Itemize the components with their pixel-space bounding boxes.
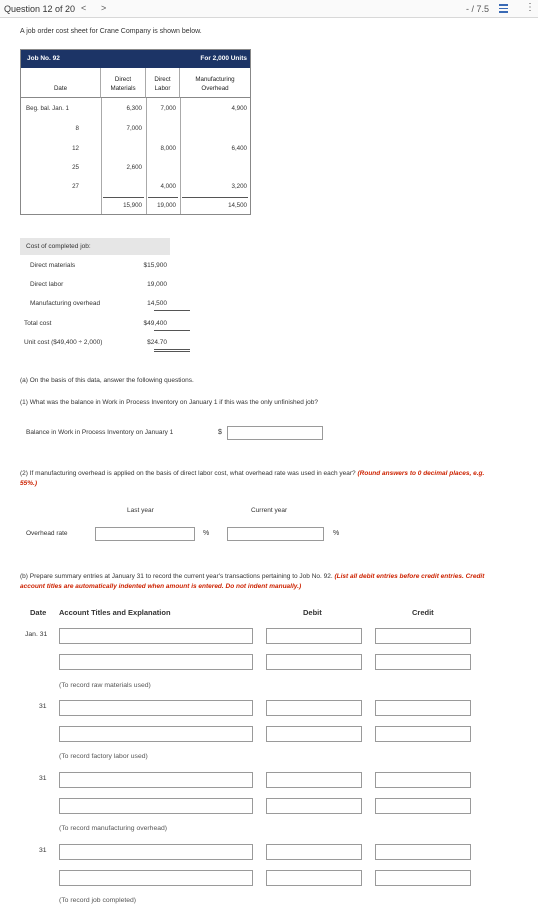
unit-cost-value: $24.70 [147, 339, 167, 346]
part-a-q1: (1) What was the balance in Work in Proc… [20, 399, 318, 406]
total-cost-value: $49,400 [143, 320, 168, 327]
col-header-date: Date [21, 68, 101, 98]
row-date: 8 [75, 125, 79, 132]
job-cost-sheet: Job No. 92 For 2,000 Units Date Direct M… [20, 49, 251, 215]
percent-sign: % [203, 530, 210, 537]
account-title-input[interactable] [59, 628, 253, 644]
moh-value: 14,500 [147, 300, 167, 307]
part-b-intro: (b) Prepare summary entries at January 3… [20, 573, 485, 590]
entry-date: Jan. 31 [25, 631, 48, 638]
credit-input[interactable] [375, 870, 471, 886]
dm-value: $15,900 [143, 262, 168, 269]
journal-col-debit: Debit [303, 608, 322, 617]
dm-label: Direct materials [30, 262, 76, 269]
debit-input[interactable] [266, 628, 362, 644]
balance-input[interactable] [227, 426, 323, 440]
part-a-intro: (a) On the basis of this data, answer th… [20, 377, 194, 384]
credit-input[interactable] [375, 772, 471, 788]
total-dm: 15,900 [123, 202, 142, 209]
total-moh: 14,500 [228, 202, 247, 209]
journal-col-date: Date [30, 608, 47, 617]
top-bar: Question 12 of 20 < > - / 7.5 ⋮ [0, 0, 538, 18]
dl-value: 19,000 [147, 281, 167, 288]
last-year-header: Last year [127, 507, 154, 514]
current-year-header: Current year [251, 507, 288, 514]
row-date: 25 [72, 164, 79, 171]
account-title-input[interactable] [59, 726, 253, 742]
part-a-q2: (2) If manufacturing overhead is applied… [20, 470, 485, 487]
row-dm: 7,000 [126, 125, 142, 132]
col-header-direct-materials: Direct Materials [101, 68, 146, 98]
debit-input[interactable] [266, 654, 362, 670]
job-units: For 2,000 Units [200, 55, 247, 62]
total-dl: 19,000 [157, 202, 176, 209]
percent-sign: % [333, 530, 340, 537]
credit-input[interactable] [375, 628, 471, 644]
entry-date: 31 [39, 775, 47, 782]
debit-input[interactable] [266, 798, 362, 814]
account-title-input[interactable] [59, 798, 253, 814]
dollar-sign: $ [218, 429, 222, 436]
overhead-rate-label: Overhead rate [26, 530, 68, 537]
journal-col-account: Account Titles and Explanation [59, 608, 171, 617]
cost-of-completed-job: Cost of completed job: Direct materials … [20, 238, 190, 354]
account-title-input[interactable] [59, 654, 253, 670]
credit-input[interactable] [375, 726, 471, 742]
sheet-header: Job No. 92 For 2,000 Units [21, 50, 250, 68]
credit-input[interactable] [375, 798, 471, 814]
unit-cost-label: Unit cost ($49,400 ÷ 2,000) [24, 339, 103, 346]
credit-input[interactable] [375, 654, 471, 670]
entry-explanation: (To record manufacturing overhead) [59, 825, 168, 832]
row-dl: 7,000 [160, 105, 176, 112]
row-date: 27 [72, 183, 79, 190]
intro-text: A job order cost sheet for Crane Company… [20, 28, 202, 35]
previous-question-icon[interactable]: < [81, 3, 86, 13]
row-moh: 4,900 [231, 105, 247, 112]
entry-explanation: (To record factory labor used) [59, 753, 148, 760]
job-number: Job No. 92 [27, 55, 60, 62]
next-question-icon[interactable]: > [101, 3, 106, 13]
current-year-rate-input[interactable] [227, 527, 324, 541]
entry-date: 31 [39, 703, 47, 710]
row-dm: 6,300 [126, 105, 142, 112]
entry-explanation: (To record job completed) [59, 897, 137, 904]
row-date: Beg. bal. Jan. 1 [26, 105, 69, 112]
debit-input[interactable] [266, 870, 362, 886]
more-options-icon[interactable]: ⋮ [525, 3, 535, 13]
cost-header: Cost of completed job: [20, 238, 170, 255]
row-moh: 6,400 [231, 145, 247, 152]
dl-label: Direct labor [30, 281, 64, 288]
account-title-input[interactable] [59, 870, 253, 886]
balance-label: Balance in Work in Process Inventory on … [26, 429, 174, 436]
entry-date: 31 [39, 847, 47, 854]
col-header-manufacturing-overhead: Manufacturing Overhead [180, 68, 250, 98]
account-title-input[interactable] [59, 700, 253, 716]
score: - / 7.5 [466, 4, 490, 14]
row-dm: 2,600 [126, 164, 142, 171]
row-moh: 3,200 [231, 183, 247, 190]
row-date: 12 [72, 145, 79, 152]
debit-input[interactable] [266, 844, 362, 860]
debit-input[interactable] [266, 700, 362, 716]
credit-input[interactable] [375, 844, 471, 860]
account-title-input[interactable] [59, 772, 253, 788]
credit-input[interactable] [375, 700, 471, 716]
last-year-rate-input[interactable] [95, 527, 195, 541]
question-label: Question 12 of 20 [4, 4, 76, 14]
account-title-input[interactable] [59, 844, 253, 860]
col-header-direct-labor: Direct Labor [146, 68, 180, 98]
question-list-icon[interactable] [499, 4, 508, 13]
journal-col-credit: Credit [412, 608, 434, 617]
debit-input[interactable] [266, 772, 362, 788]
moh-label: Manufacturing overhead [30, 300, 101, 307]
total-cost-label: Total cost [24, 320, 52, 327]
row-dl: 4,000 [160, 183, 176, 190]
debit-input[interactable] [266, 726, 362, 742]
row-dl: 8,000 [160, 145, 176, 152]
entry-explanation: (To record raw materials used) [59, 682, 151, 689]
